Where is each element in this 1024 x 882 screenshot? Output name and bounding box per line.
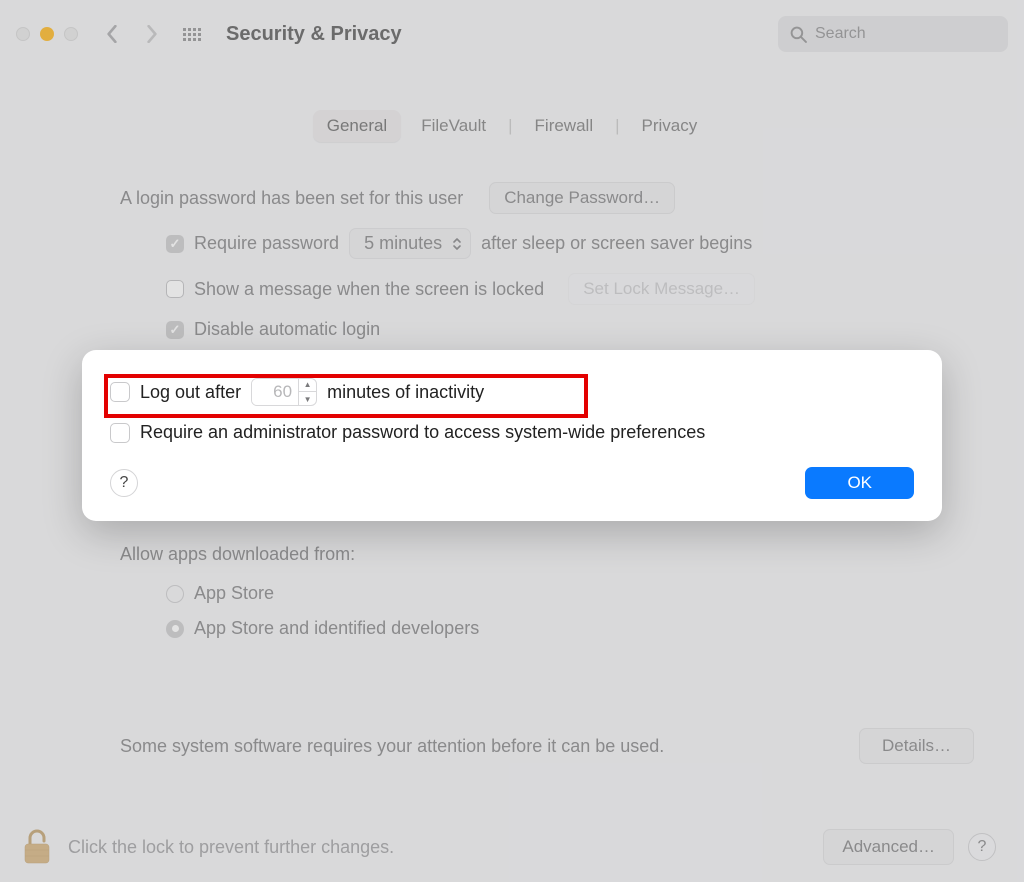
footer: Click the lock to prevent further change… — [0, 812, 1024, 882]
after-sleep-label: after sleep or screen saver begins — [481, 233, 752, 254]
close-window-button[interactable] — [16, 27, 30, 41]
stepper-up-icon[interactable]: ▲ — [299, 378, 316, 392]
tab-general[interactable]: General — [313, 110, 401, 142]
change-password-button[interactable]: Change Password… — [489, 182, 675, 214]
require-password-checkbox[interactable] — [166, 235, 184, 253]
search-icon — [790, 26, 807, 43]
tab-bar: General FileVault | Firewall | Privacy — [50, 110, 974, 142]
help-button[interactable]: ? — [968, 833, 996, 861]
tab-filevault[interactable]: FileVault — [407, 110, 500, 142]
search-field[interactable] — [778, 16, 1008, 52]
updown-icon — [452, 237, 462, 251]
allow-appstore-label: App Store — [194, 583, 274, 604]
show-message-checkbox[interactable] — [166, 280, 184, 298]
login-password-set-label: A login password has been set for this u… — [120, 188, 463, 209]
attention-row: Some system software requires your atten… — [120, 728, 974, 764]
disable-autologin-checkbox[interactable] — [166, 321, 184, 339]
logout-minutes-stepper[interactable]: ▲ ▼ — [251, 378, 317, 406]
sheet-help-button[interactable]: ? — [110, 469, 138, 497]
stepper-down-icon[interactable]: ▼ — [299, 392, 316, 406]
allow-appstore-dev-radio[interactable] — [166, 620, 184, 638]
minimize-window-button[interactable] — [40, 27, 54, 41]
require-password-delay-dropdown[interactable]: 5 minutes — [349, 228, 471, 259]
fullscreen-window-button[interactable] — [64, 27, 78, 41]
lock-icon[interactable] — [20, 827, 54, 867]
lock-text: Click the lock to prevent further change… — [68, 837, 394, 858]
require-password-label: Require password — [194, 233, 339, 254]
forward-button[interactable] — [138, 20, 166, 48]
disable-autologin-label: Disable automatic login — [194, 319, 380, 340]
allow-apps-heading: Allow apps downloaded from: — [120, 544, 355, 565]
back-button[interactable] — [98, 20, 126, 48]
window-title: Security & Privacy — [226, 23, 402, 46]
logout-after-checkbox[interactable] — [110, 382, 130, 402]
logout-minutes-input[interactable] — [252, 379, 298, 405]
advanced-sheet: Log out after ▲ ▼ minutes of inactivity … — [82, 350, 942, 521]
stepper-arrows[interactable]: ▲ ▼ — [298, 378, 316, 406]
advanced-button[interactable]: Advanced… — [823, 829, 954, 865]
logout-pre-label: Log out after — [140, 382, 241, 403]
tab-firewall[interactable]: Firewall — [521, 110, 608, 142]
show-all-button[interactable] — [178, 20, 206, 48]
allow-appstore-dev-label: App Store and identified developers — [194, 618, 479, 639]
tab-privacy[interactable]: Privacy — [628, 110, 712, 142]
ok-button[interactable]: OK — [805, 467, 914, 499]
window-toolbar: Security & Privacy — [0, 0, 1024, 68]
show-message-label: Show a message when the screen is locked — [194, 279, 544, 300]
require-admin-label: Require an administrator password to acc… — [140, 422, 705, 443]
require-password-delay-value: 5 minutes — [364, 233, 442, 254]
attention-text: Some system software requires your atten… — [120, 736, 664, 757]
require-admin-checkbox[interactable] — [110, 423, 130, 443]
logout-post-label: minutes of inactivity — [327, 382, 484, 403]
traffic-lights — [16, 27, 86, 41]
details-button[interactable]: Details… — [859, 728, 974, 764]
allow-appstore-radio[interactable] — [166, 585, 184, 603]
grid-icon — [183, 28, 201, 41]
set-lock-message-button[interactable]: Set Lock Message… — [568, 273, 755, 305]
search-input[interactable] — [815, 25, 996, 43]
